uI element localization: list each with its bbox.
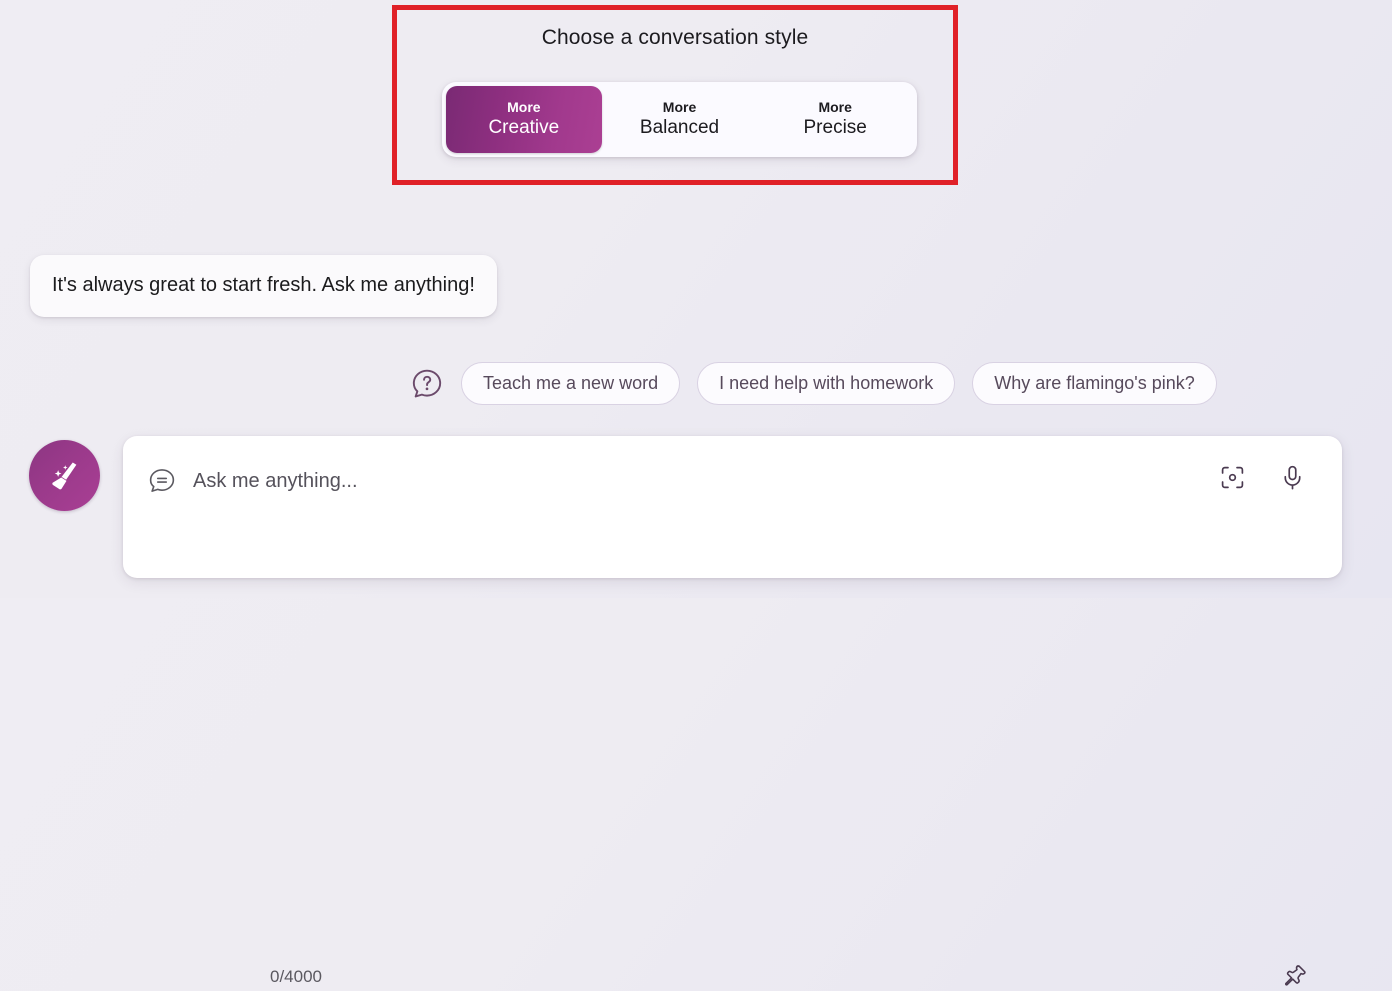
style-option-label: Balanced [640, 116, 719, 140]
pin-icon[interactable] [1280, 963, 1308, 991]
suggestion-chips-row: Teach me a new word I need help with hom… [410, 362, 1217, 405]
composer-input-row [147, 462, 1318, 500]
copilot-avatar[interactable] [29, 440, 100, 511]
question-bubble-icon [410, 367, 444, 401]
message-composer[interactable]: 0/4000 [123, 436, 1342, 578]
style-option-prefix: More [507, 99, 540, 116]
suggestion-chip[interactable]: Why are flamingo's pink? [972, 362, 1217, 405]
microphone-icon[interactable] [1279, 464, 1306, 491]
composer-text-input[interactable] [193, 470, 1318, 493]
style-option-more-precise[interactable]: More Precise [757, 86, 913, 153]
conversation-style-heading: Choose a conversation style [397, 26, 953, 50]
style-option-more-creative[interactable]: More Creative [446, 86, 602, 153]
style-option-more-balanced[interactable]: More Balanced [602, 86, 758, 153]
style-option-label: Creative [488, 116, 559, 140]
suggestion-chip[interactable]: I need help with homework [697, 362, 955, 405]
style-option-label: Precise [804, 116, 867, 140]
composer-action-buttons [1219, 464, 1306, 491]
chat-bubble-icon [147, 466, 177, 496]
suggestion-chip[interactable]: Teach me a new word [461, 362, 680, 405]
style-option-prefix: More [818, 99, 851, 116]
conversation-style-toggle-group[interactable]: More Creative More Balanced More Precise [442, 82, 917, 157]
character-counter: 0/4000 [270, 967, 322, 987]
conversation-style-panel: Choose a conversation style More Creativ… [392, 5, 958, 185]
style-option-prefix: More [663, 99, 696, 116]
visual-search-icon[interactable] [1219, 464, 1246, 491]
assistant-message-bubble: It's always great to start fresh. Ask me… [30, 255, 497, 317]
broom-sparkle-icon [45, 456, 85, 496]
